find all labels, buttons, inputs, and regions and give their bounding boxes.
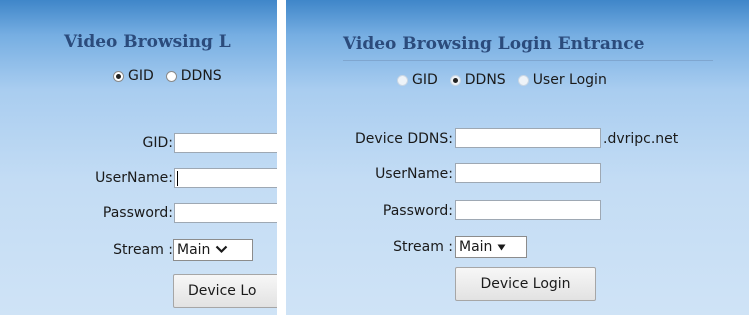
stream-label: Stream :	[113, 242, 173, 258]
gid-login-panel: Video Browsing L GID DDNS GID: UserName:…	[0, 0, 277, 315]
stream-select[interactable]: Main	[173, 239, 253, 261]
username-input[interactable]	[455, 163, 601, 183]
username-label: UserName:	[95, 170, 173, 186]
device-ddns-input[interactable]	[455, 128, 601, 148]
device-login-button[interactable]: Device Lo	[173, 274, 277, 308]
password-input[interactable]	[455, 200, 601, 220]
panel-title: Video Browsing Login Entrance	[343, 34, 645, 54]
ddns-domain-suffix: .dvripc.net	[603, 131, 679, 147]
device-ddns-label: Device DDNS:	[355, 131, 453, 147]
radio-user-login[interactable]	[517, 74, 529, 86]
password-label: Password:	[102, 205, 173, 221]
radio-gid[interactable]	[397, 74, 408, 86]
radio-gid-label: GID	[128, 68, 154, 84]
password-input[interactable]	[174, 203, 277, 223]
title-divider	[343, 60, 713, 61]
device-login-button[interactable]: Device Login	[455, 267, 596, 301]
username-label: UserName:	[375, 166, 453, 182]
stream-select-value: Main	[459, 239, 493, 255]
stream-select[interactable]: Main	[455, 236, 527, 258]
triangle-down-icon	[497, 239, 506, 255]
radio-ddns[interactable]	[165, 70, 177, 82]
radio-ddns[interactable]	[449, 74, 461, 86]
radio-ddns-label: DDNS	[180, 68, 222, 84]
stream-select-value: Main	[177, 242, 211, 258]
text-caret	[177, 171, 178, 186]
login-mode-radio-group: GID DDNS User Login	[397, 72, 619, 88]
radio-gid[interactable]	[113, 70, 124, 82]
radio-ddns-label: DDNS	[464, 72, 506, 88]
gid-label: GID:	[142, 135, 173, 151]
panel-title: Video Browsing L	[64, 32, 231, 52]
chevron-down-icon	[215, 242, 228, 258]
ddns-login-panel: Video Browsing Login Entrance GID DDNS U…	[286, 0, 749, 315]
stream-label: Stream :	[393, 239, 453, 255]
username-input[interactable]	[174, 168, 277, 188]
password-label: Password:	[382, 203, 453, 219]
radio-user-login-label: User Login	[532, 72, 607, 88]
login-mode-radio-group: GID DDNS	[113, 68, 234, 84]
gid-input[interactable]	[174, 133, 277, 153]
radio-gid-label: GID	[412, 72, 438, 88]
